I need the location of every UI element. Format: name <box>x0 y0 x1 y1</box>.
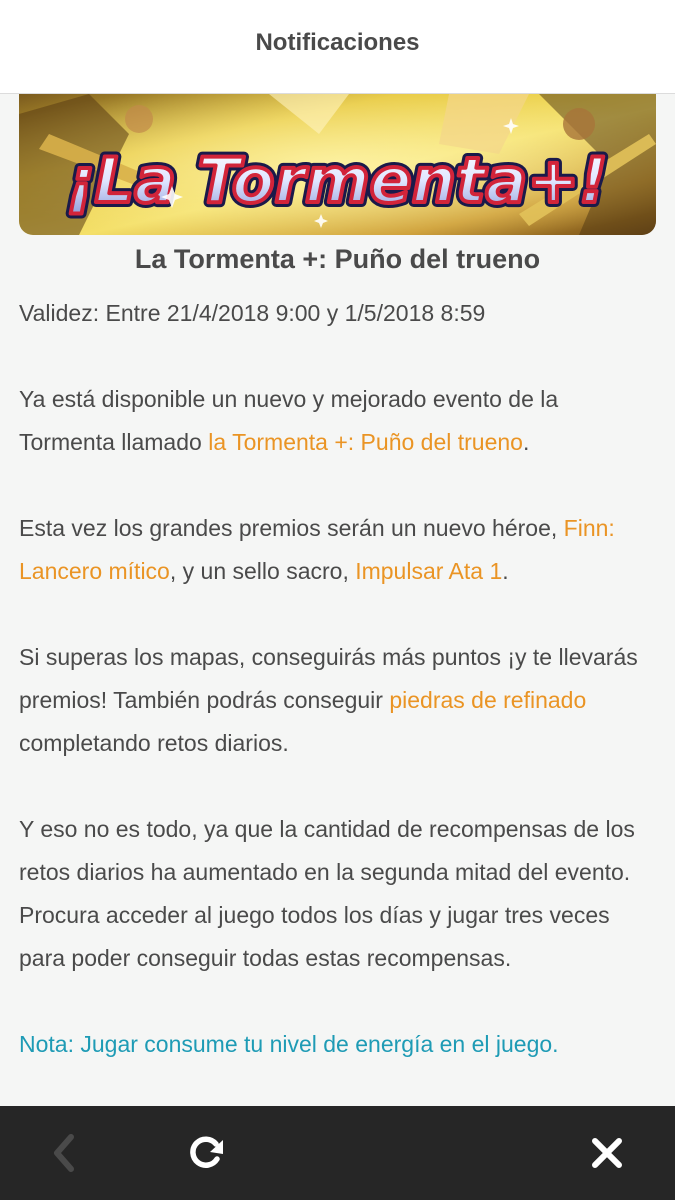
close-icon <box>592 1138 622 1168</box>
page-title: Notificaciones <box>255 28 420 56</box>
banner-title: ¡La Tormenta+! <box>66 144 607 217</box>
paragraph-2: Esta vez los grandes premios serán un nu… <box>19 507 659 593</box>
event-link[interactable]: la Tormenta +: Puño del trueno <box>208 429 523 455</box>
notification-content[interactable]: ¡La Tormenta+! ¡La Tormenta+! La Torment… <box>0 94 675 1106</box>
paragraph-text: , y un sello sacro, <box>169 558 356 584</box>
back-button[interactable] <box>39 1128 89 1178</box>
paragraph-text: completando retos diarios. <box>19 730 289 756</box>
app-header: Notificaciones <box>0 0 675 94</box>
validity-text: Validez: Entre 21/4/2018 9:00 y 1/5/2018… <box>19 300 486 326</box>
paragraph-text: . <box>522 429 530 455</box>
refresh-button[interactable] <box>181 1128 231 1178</box>
banner-artwork: ¡La Tormenta+! ¡La Tormenta+! <box>19 94 656 235</box>
paragraph-text: . <box>502 558 509 584</box>
close-button[interactable] <box>582 1128 632 1178</box>
paragraph-text: Esta vez los grandes premios serán un nu… <box>19 515 564 541</box>
article-body: Validez: Entre 21/4/2018 9:00 y 1/5/2018… <box>19 292 659 1106</box>
paragraph-3: Si superas los mapas, conseguirás más pu… <box>19 636 659 765</box>
bottom-toolbar <box>0 1106 675 1200</box>
refine-stones-link[interactable]: piedras de refinado <box>389 687 586 713</box>
event-banner: ¡La Tormenta+! ¡La Tormenta+! <box>19 94 656 235</box>
chevron-left-icon <box>54 1134 74 1172</box>
seal-link[interactable]: Impulsar Ata 1 <box>355 558 502 584</box>
paragraph-1: Ya está disponible un nuevo y mejorado e… <box>19 378 659 464</box>
article-title: La Tormenta +: Puño del trueno <box>134 244 541 274</box>
refresh-icon <box>190 1136 223 1168</box>
paragraph-4: Y eso no es todo, ya que la cantidad de … <box>19 816 635 971</box>
note-text: Nota: Jugar consume tu nivel de energía … <box>19 1031 559 1057</box>
